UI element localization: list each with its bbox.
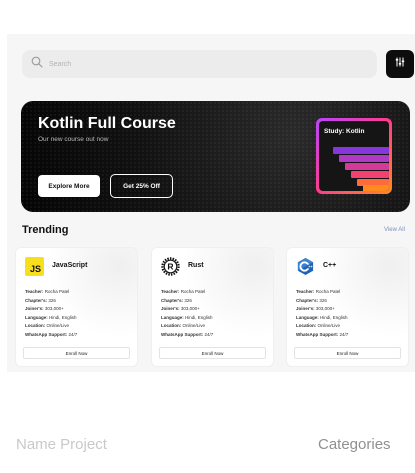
trending-heading: Trending (22, 224, 69, 236)
enroll-now-button[interactable]: Enroll Now (159, 347, 266, 359)
search-placeholder: Search (49, 60, 72, 68)
course-card-cpp[interactable]: ++ C++ Teacher: Rocha Patel Chapter's: 3… (286, 247, 409, 367)
name-project-label: Name Project (16, 436, 107, 453)
enroll-now-button[interactable]: Enroll Now (294, 347, 401, 359)
course-card-rust[interactable]: R Rust Teacher: Rocha Patel Chapter's: 3… (151, 247, 274, 367)
promo-banner: Kotlin Full Course Our new course out no… (21, 101, 410, 212)
explore-more-button[interactable]: Explore More (38, 175, 100, 197)
enroll-now-button[interactable]: Enroll Now (23, 347, 130, 359)
course-details: Teacher: Rocha Patel Chapter's: 326 Join… (296, 289, 349, 337)
svg-text:++: ++ (308, 264, 313, 269)
search-input[interactable]: Search (22, 50, 377, 78)
categories-label: Categories (318, 436, 391, 453)
course-name: JavaScript (52, 262, 88, 269)
javascript-logo-icon: JS (25, 257, 44, 276)
course-cover-label: Study: Kotlin (324, 128, 365, 135)
course-card-javascript[interactable]: JS JavaScript Teacher: Rocha Patel Chapt… (15, 247, 138, 367)
cpp-logo-icon: ++ (296, 257, 315, 276)
view-all-link[interactable]: View All (384, 227, 405, 233)
course-name: C++ (323, 262, 337, 269)
filter-button[interactable] (386, 50, 414, 78)
course-details: Teacher: Rocha Patel Chapter's: 326 Join… (161, 289, 214, 337)
course-cover: Study: Kotlin (316, 118, 392, 194)
search-icon (31, 55, 43, 73)
get-discount-button[interactable]: Get 25% Off (110, 174, 173, 198)
rust-logo-icon: R (161, 257, 180, 276)
course-details: Teacher: Rocha Patel Chapter's: 326 Join… (25, 289, 78, 337)
banner-subtitle: Our new course out now (38, 136, 109, 143)
search-row: Search (22, 50, 415, 78)
banner-title: Kotlin Full Course (38, 115, 176, 132)
svg-text:R: R (167, 262, 173, 272)
course-name: Rust (188, 262, 204, 269)
sliders-icon (394, 55, 406, 73)
